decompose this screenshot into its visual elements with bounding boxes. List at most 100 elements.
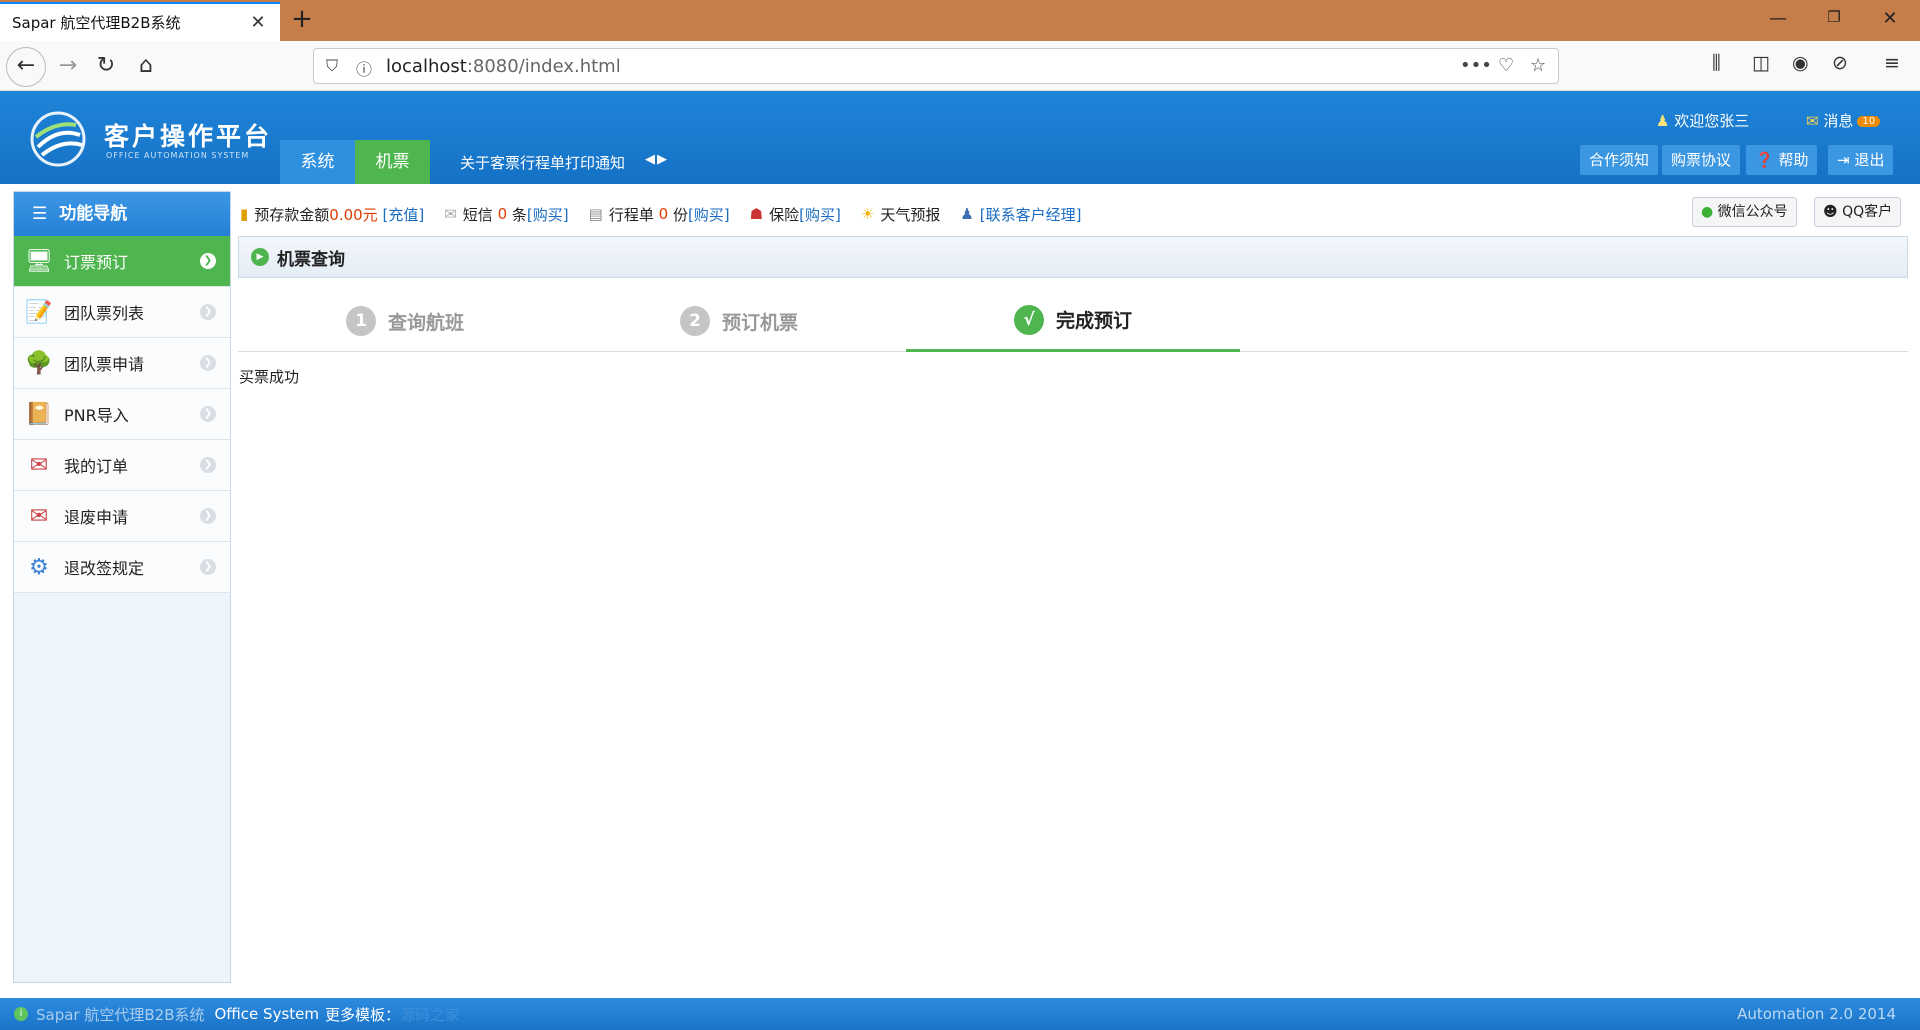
topnav-flights[interactable]: 机票 xyxy=(355,140,430,184)
new-tab-button[interactable]: + xyxy=(288,6,316,34)
itinerary-count: 0 xyxy=(658,205,669,223)
sidebar-item-booking[interactable]: 🖥 订票预订 ❯ xyxy=(14,236,230,287)
sun-icon: ☀ xyxy=(860,205,875,223)
sidebar-icon[interactable]: ◫ xyxy=(1752,52,1770,74)
back-icon[interactable]: ← xyxy=(6,47,46,87)
logout-button[interactable]: ⇥ 退出 xyxy=(1828,145,1894,175)
tree-icon: 🌳 xyxy=(25,350,53,376)
logout-icon: ⇥ xyxy=(1837,151,1850,169)
deposit-info: ▮ 预存款金额 0.00元 [充值] xyxy=(240,204,424,225)
welcome-user: ♟ 欢迎您张三 xyxy=(1656,110,1749,131)
info-bar: ▮ 预存款金额 0.00元 [充值] ✉ 短信 0 条 [购买] ▤ 行程单 0… xyxy=(240,197,1910,231)
sidebar-item-label: 退废申请 xyxy=(64,508,129,527)
agreement-button[interactable]: 购票协议 xyxy=(1662,145,1741,175)
contact-manager-link[interactable]: [联系客户经理] xyxy=(980,204,1082,225)
coins-icon: ▮ xyxy=(240,205,249,223)
step-label: 完成预订 xyxy=(1055,310,1132,332)
wechat-icon: ● xyxy=(1701,204,1714,220)
logo-icon xyxy=(30,111,86,167)
sidebar-item-group-list[interactable]: 📝 团队票列表 ❯ xyxy=(14,287,230,338)
sms-buy-link[interactable]: [购买] xyxy=(527,204,569,225)
envelope-icon: ✉ xyxy=(29,452,49,478)
qq-label: QQ客户 xyxy=(1842,204,1893,220)
forward-icon[interactable]: → xyxy=(52,51,84,83)
chevron-right-icon: ❯ xyxy=(200,253,216,269)
pocket-icon[interactable]: ♡ xyxy=(1498,55,1514,76)
tab-close-icon[interactable]: ✕ xyxy=(248,12,268,33)
recharge-link[interactable]: [充值] xyxy=(382,204,424,225)
help-label: 帮助 xyxy=(1778,151,1809,169)
notice-text[interactable]: 关于客票行程单打印通知 xyxy=(460,152,625,173)
user-icon: ♟ xyxy=(1656,112,1670,130)
result-message: 买票成功 xyxy=(239,368,300,386)
weather-info[interactable]: ☀ 天气预报 xyxy=(861,204,940,225)
restore-icon[interactable]: ❐ xyxy=(1824,8,1844,26)
footer-more-link[interactable]: 源码之家 xyxy=(400,1004,460,1025)
star-icon[interactable]: ☆ xyxy=(1530,55,1546,76)
browser-tab[interactable]: Sapar 航空代理B2B系统 ✕ xyxy=(0,2,280,41)
info-icon[interactable]: ⓘ xyxy=(356,56,372,80)
sidebar-item-label: 订票预订 xyxy=(64,253,129,272)
sidebar-item-refund[interactable]: ✉ 退废申请 ❯ xyxy=(14,491,230,542)
help-button[interactable]: ❓ 帮助 xyxy=(1746,145,1818,175)
more-icon[interactable]: ••• xyxy=(1460,55,1492,76)
qq-button[interactable]: ☻ QQ客户 xyxy=(1814,197,1902,227)
check-icon: √ xyxy=(1013,304,1044,335)
url-host: localhost xyxy=(386,56,467,77)
topnav-system[interactable]: 系统 xyxy=(280,140,355,184)
sms-info: ✉ 短信 0 条 [购买] xyxy=(444,204,568,225)
sidebar-item-label: 团队票申请 xyxy=(64,355,145,374)
account-icon[interactable]: ◉ xyxy=(1792,52,1809,74)
url-text[interactable]: localhost:8080/index.html xyxy=(386,56,621,77)
book-icon: 📔 xyxy=(25,401,53,427)
footer-office: Office System xyxy=(214,1005,320,1023)
welcome-text: 欢迎您张三 xyxy=(1674,112,1750,130)
qq-icon: ☻ xyxy=(1823,204,1838,220)
weather-label[interactable]: 天气预报 xyxy=(880,204,940,225)
messages-link[interactable]: ✉ 消息 10 xyxy=(1806,110,1881,131)
cooperation-button[interactable]: 合作须知 xyxy=(1580,145,1659,175)
insurance-buy-link[interactable]: [购买] xyxy=(799,204,841,225)
panel-header: ▶ 机票查询 xyxy=(238,236,1908,278)
extension-icon[interactable]: ⊘ xyxy=(1832,52,1848,74)
sidebar-title: 功能导航 xyxy=(59,204,128,224)
wechat-label: 微信公众号 xyxy=(1717,204,1788,220)
step-book-ticket: 2 预订机票 xyxy=(572,290,906,352)
sidebar-item-group-apply[interactable]: 🌳 团队票申请 ❯ xyxy=(14,338,230,389)
home-icon[interactable]: ⌂ xyxy=(130,51,162,83)
panel-title: 机票查询 xyxy=(277,249,345,270)
url-bar[interactable]: ⛉ ⓘ localhost:8080/index.html ••• ♡ ☆ xyxy=(313,48,1559,84)
envelope-icon: ✉ xyxy=(29,503,49,529)
sidebar: ☰ 功能导航 🖥 订票预订 ❯ 📝 团队票列表 ❯ 🌳 团队票申请 ❯ 📔 PNR… xyxy=(13,191,231,983)
sidebar-item-label: PNR导入 xyxy=(64,406,129,425)
menu-icon[interactable]: ≡ xyxy=(1884,52,1900,74)
library-icon[interactable]: ⫼ xyxy=(1712,52,1721,74)
notice-arrows-icon[interactable]: ◀▶ xyxy=(645,152,669,167)
wechat-button[interactable]: ● 微信公众号 xyxy=(1692,197,1797,227)
play-icon: ▶ xyxy=(251,248,269,266)
browser-tab-bar: Sapar 航空代理B2B系统 ✕ + — ❐ ✕ xyxy=(0,0,1920,41)
itinerary-info: ▤ 行程单 0 份 [购买] xyxy=(589,204,730,225)
chevron-right-icon: ❯ xyxy=(200,406,216,422)
step-complete: √ 完成预订 xyxy=(906,290,1240,352)
step-label: 预订机票 xyxy=(721,311,798,334)
booking-steps: 1 查询航班 2 预订机票 √ 完成预订 xyxy=(238,290,1908,352)
reload-icon[interactable]: ↻ xyxy=(90,51,122,83)
itinerary-buy-link[interactable]: [购买] xyxy=(688,204,730,225)
sidebar-item-change-rules[interactable]: ⚙ 退改签规定 ❯ xyxy=(14,542,230,593)
shield-icon[interactable]: ⛉ xyxy=(326,56,338,76)
minimize-icon[interactable]: — xyxy=(1768,8,1788,29)
user-icon: ♟ xyxy=(960,205,974,223)
step-search-flights: 1 查询航班 xyxy=(238,290,572,352)
status-footer: i Sapar 航空代理B2B系统 Office System 更多模板： 源码… xyxy=(0,998,1920,1030)
deposit-value: 0.00元 xyxy=(329,205,378,224)
sidebar-item-pnr-import[interactable]: 📔 PNR导入 ❯ xyxy=(14,389,230,440)
step-number: 2 xyxy=(679,306,710,336)
logout-label: 退出 xyxy=(1854,151,1885,169)
manager-info: ♟ [联系客户经理] xyxy=(960,204,1081,225)
window-close-icon[interactable]: ✕ xyxy=(1880,8,1900,29)
monitor-icon: 🖥 xyxy=(25,248,53,274)
sidebar-item-label: 退改签规定 xyxy=(64,559,145,578)
insurance-label: 保险 xyxy=(769,205,800,224)
sidebar-item-my-orders[interactable]: ✉ 我的订单 ❯ xyxy=(14,440,230,491)
